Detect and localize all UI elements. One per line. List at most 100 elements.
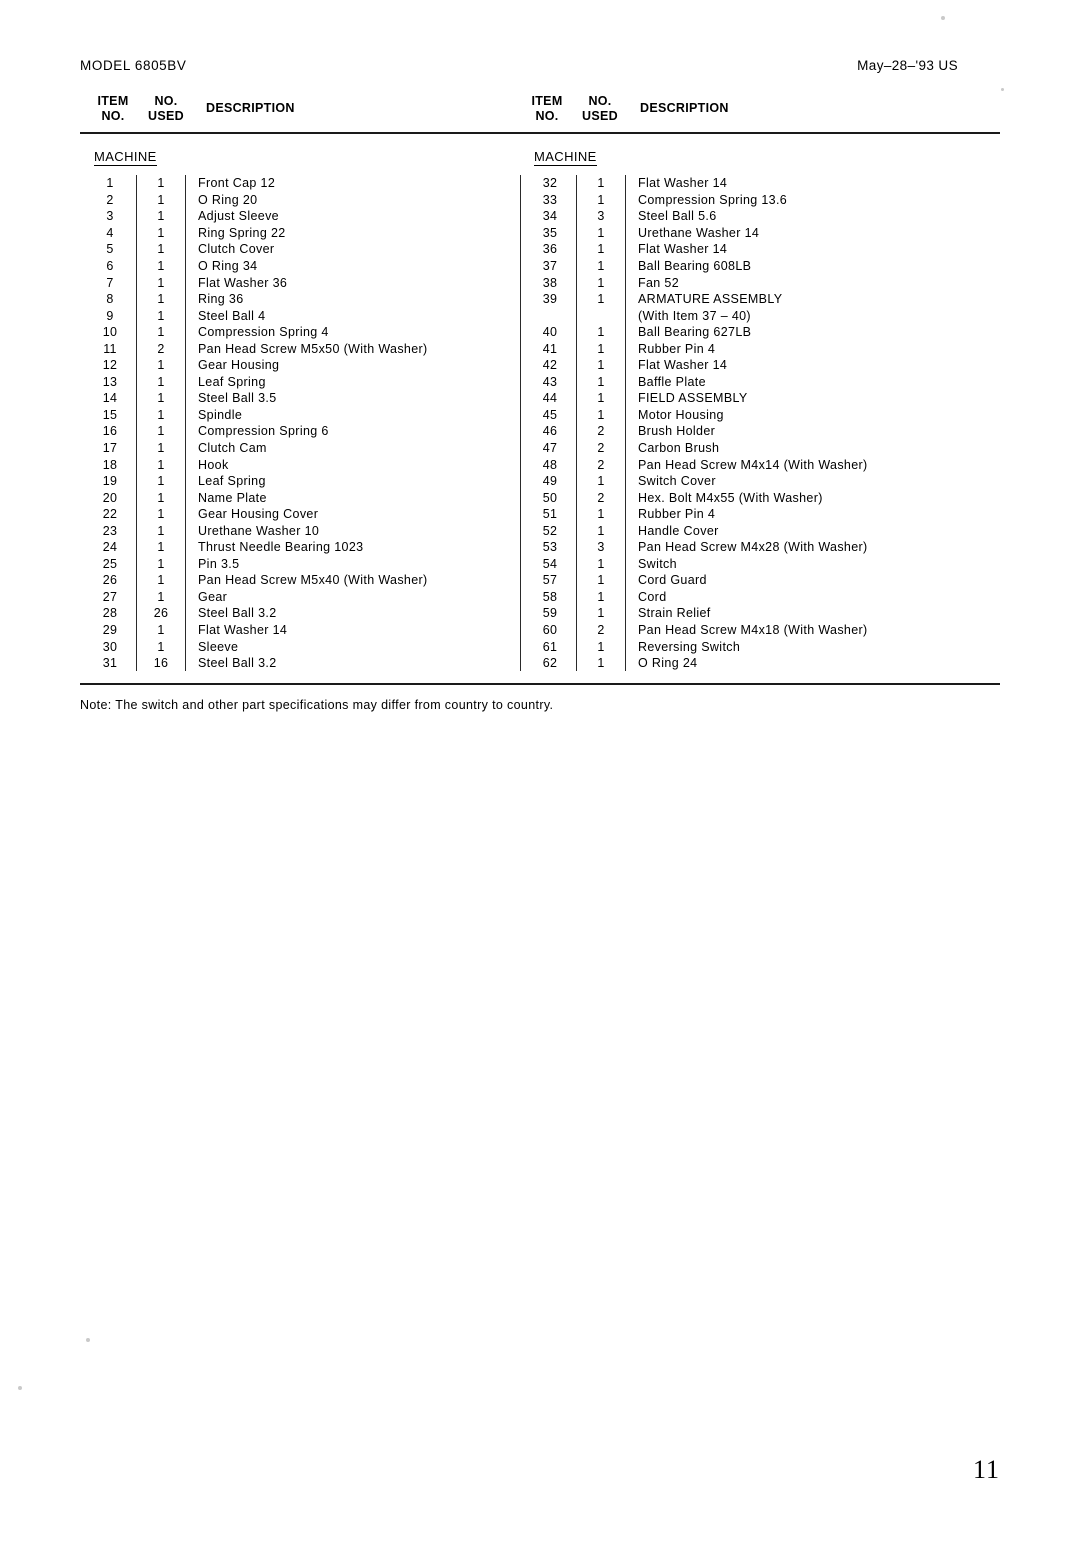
cell-item-no: 60 [542, 623, 558, 638]
cell-description: Fan 52 [638, 275, 680, 290]
row-lead-divider [80, 208, 81, 225]
table-row: 52 1 Handle Cover [520, 522, 960, 540]
table-row: 27 1 Gear [80, 588, 520, 606]
table-row: 16 1 Compression Spring 6 [80, 423, 520, 440]
table-row: 44 1 FIELD ASSEMBLY [520, 390, 960, 407]
table-row: 2 1 O Ring 20 [80, 191, 520, 209]
cell-no-used: 2 [157, 341, 165, 356]
table-row: 42 1 Flat Washer 14 [520, 357, 960, 374]
row-lead-divider [80, 605, 81, 622]
row-lead-divider [520, 323, 521, 341]
table-row: 13 1 Leaf Spring [80, 373, 520, 391]
row-lead-divider [80, 192, 81, 209]
parts-rows-left: 1 1 Front Cap 12 2 1 O Ring 20 3 1 Adjust Sleeve… [80, 175, 520, 672]
cell-item-no: 20 [102, 490, 118, 505]
cell-item-no: 22 [102, 507, 118, 522]
header-no-used-line1: NO. [588, 94, 612, 108]
cell-description: Leaf Spring [198, 474, 266, 489]
column-header-group-right: ITEM NO. NO. USED DESCRIPTION [522, 94, 870, 130]
table-row: 58 1 Cord [520, 588, 960, 606]
row-lead-divider [520, 456, 521, 473]
table-row: 36 1 Flat Washer 14 [520, 241, 960, 258]
cell-description: Switch [638, 556, 677, 571]
cell-no-used: 1 [597, 325, 605, 340]
cell-description: Pin 3.5 [198, 556, 240, 571]
table-row: 23 1 Urethane Washer 10 [80, 522, 520, 540]
cell-no-used: 2 [597, 490, 605, 505]
date-label: May–28–'93 US [857, 58, 958, 73]
cell-no-used: 3 [597, 209, 605, 224]
table-row: 29 1 Flat Washer 14 [80, 621, 520, 639]
cell-no-used: 1 [597, 606, 605, 621]
table-row: 24 1 Thrust Needle Bearing 1023 [80, 539, 520, 556]
row-lead-divider [80, 589, 81, 606]
cell-description: O Ring 24 [638, 656, 698, 671]
cell-description: Leaf Spring [198, 374, 266, 389]
page-number: 11 [972, 1455, 1000, 1484]
table-row: 31 16 Steel Ball 3.2 [80, 654, 520, 672]
scan-speckle [86, 1338, 90, 1342]
cell-no-used: 1 [597, 391, 605, 406]
cell-description: O Ring 20 [198, 192, 258, 207]
table-row: 18 1 Hook [80, 456, 520, 473]
cell-no-used: 1 [157, 523, 165, 538]
table-row: 40 1 Ball Bearing 627LB [520, 323, 960, 341]
cell-item-no: 19 [102, 474, 118, 489]
cell-description: Ball Bearing 608LB [638, 259, 752, 273]
cell-item-no: 44 [542, 391, 558, 406]
row-lead-divider [80, 423, 81, 440]
cell-item-no: 11 [103, 341, 117, 356]
cell-no-used: 1 [157, 242, 165, 257]
row-lead-divider [520, 208, 521, 225]
cell-description: Flat Washer 14 [638, 176, 728, 191]
table-row: 30 1 Sleeve [80, 638, 520, 655]
table-row: 3 1 Adjust Sleeve [80, 208, 520, 225]
cell-no-used: 2 [597, 424, 605, 439]
table-row: 61 1 Reversing Switch [520, 638, 960, 655]
cell-no-used: 1 [597, 341, 605, 356]
row-lead-divider [520, 654, 521, 672]
row-lead-divider [80, 390, 81, 407]
cell-description: Cord [638, 589, 667, 604]
cell-no-used: 1 [597, 407, 605, 422]
cell-description: O Ring 34 [198, 259, 258, 273]
cell-item-no: 33 [542, 192, 558, 207]
section-title-right: MACHINE [534, 149, 597, 166]
cell-description: Reversing Switch [638, 639, 741, 654]
table-row: 34 3 Steel Ball 5.6 [520, 208, 960, 225]
cell-no-used: 1 [157, 374, 165, 389]
table-row: 19 1 Leaf Spring [80, 472, 520, 490]
table-row: 43 1 Baffle Plate [520, 373, 960, 391]
row-divider [576, 307, 577, 324]
cell-description: Gear Housing [198, 358, 280, 373]
table-row: 5 1 Clutch Cover [80, 241, 520, 258]
scan-speckle [1001, 88, 1004, 91]
cell-description: Gear [198, 589, 228, 604]
table-row: 45 1 Motor Housing [520, 406, 960, 424]
row-lead-divider [80, 638, 81, 655]
section-title-left: MACHINE [94, 149, 157, 166]
cell-no-used: 1 [157, 308, 165, 323]
header-item-no-line2: NO. [101, 109, 125, 123]
cell-no-used: 2 [597, 623, 605, 638]
cell-no-used: 1 [597, 474, 605, 489]
cell-no-used: 1 [597, 656, 605, 671]
cell-description: Gear Housing Cover [198, 507, 319, 522]
table-row: 10 1 Compression Spring 4 [80, 323, 520, 341]
table-row: 26 1 Pan Head Screw M5x40 (With Washer) [80, 572, 520, 589]
cell-no-used: 1 [157, 358, 165, 373]
cell-item-no: 15 [102, 407, 118, 422]
cell-no-used: 1 [157, 407, 165, 422]
table-row: 60 2 Pan Head Screw M4x18 (With Washer) [520, 621, 960, 639]
cell-description: Clutch Cover [198, 242, 275, 257]
cell-no-used: 1 [157, 556, 165, 571]
row-lead-divider [80, 572, 81, 589]
cell-no-used: 26 [153, 606, 169, 621]
cell-no-used: 16 [153, 656, 169, 671]
cell-item-no: 34 [542, 209, 558, 224]
row-lead-divider [520, 423, 521, 440]
parts-rows-right: 32 1 Flat Washer 14 33 1 Compression Spring 1… [520, 175, 960, 672]
row-lead-divider [520, 406, 521, 424]
cell-no-used: 1 [597, 192, 605, 207]
cell-description: Ball Bearing 627LB [638, 325, 752, 340]
